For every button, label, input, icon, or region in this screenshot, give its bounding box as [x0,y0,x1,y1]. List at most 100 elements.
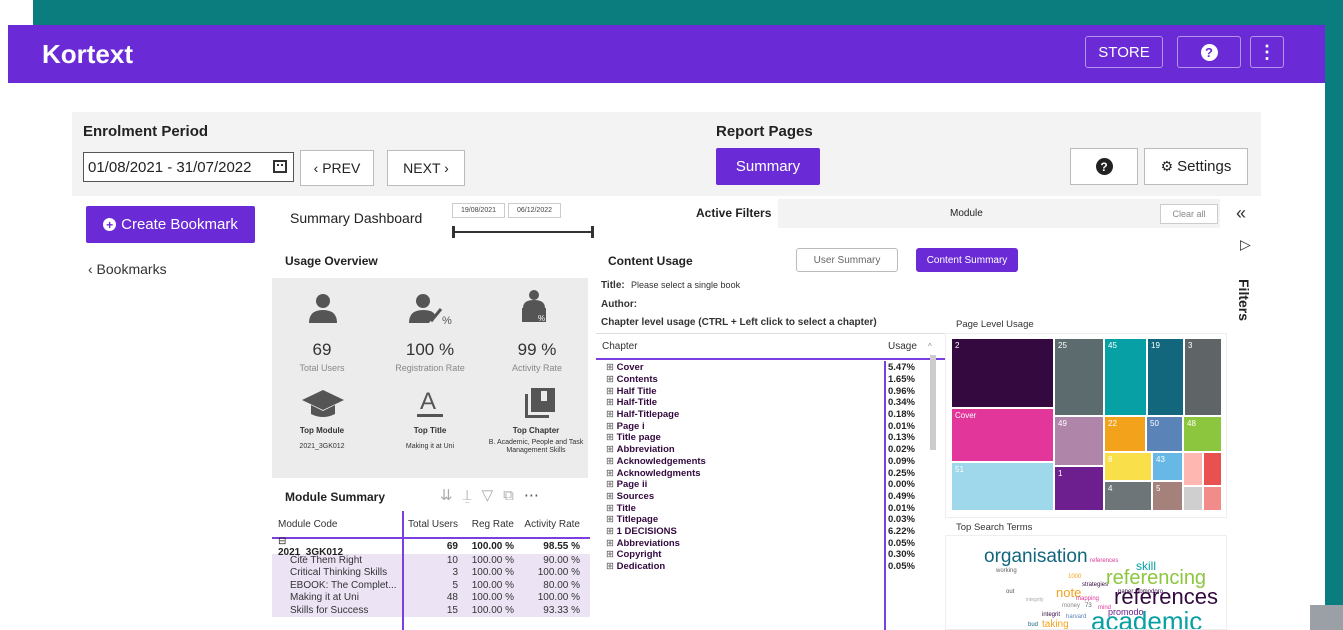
col-reg-rate[interactable]: Reg Rate [458,519,514,530]
treemap-cell[interactable]: 2 [951,338,1054,408]
expand-icon[interactable]: ⊞ [606,503,617,514]
expand-icon[interactable]: ⊞ [606,362,617,373]
module-row[interactable]: EBOOK: The Complet... 5 100.00 % 80.00 % [272,579,590,592]
create-bookmark-button[interactable]: + Create Bookmark [86,206,255,243]
chapter-row[interactable]: ⊞ Half-Titlepage 0.18% [596,409,946,421]
col-total-users[interactable]: Total Users [400,519,458,530]
expand-icon[interactable]: ⊞ [606,526,617,537]
search-term[interactable]: money [1062,603,1080,609]
chapter-row[interactable]: ⊞ Page ii 0.00% [596,479,946,491]
hierarchy-icon[interactable]: ⍊ [463,487,482,504]
treemap-cell[interactable]: 49 [1054,416,1104,466]
collapse-icon[interactable]: ⊟ [278,536,400,547]
col-usage[interactable]: Usage [888,341,928,352]
bookmarks-link[interactable]: ‹ Bookmarks [88,261,167,277]
treemap-cell[interactable]: 5 [1152,481,1183,511]
expand-icon[interactable]: ⊞ [606,491,617,502]
chapter-row[interactable]: ⊞ Copyright 0.30% [596,549,946,561]
treemap-cell[interactable]: 3 [1184,338,1222,416]
treemap-cell[interactable] [1203,486,1222,511]
clear-all-button[interactable]: Clear all [1160,204,1218,224]
chapter-row[interactable]: ⊞ Title page 0.13% [596,432,946,444]
treemap-cell[interactable]: 50 [1146,416,1183,452]
search-term[interactable]: 1000 [1068,574,1081,580]
search-term[interactable]: references [1090,558,1118,564]
user-summary-tab[interactable]: User Summary [796,248,898,272]
chapter-row[interactable]: ⊞ Sources 0.49% [596,491,946,503]
expand-icon[interactable]: ⊞ [606,456,617,467]
chapter-row[interactable]: ⊞ Acknowledgments 0.25% [596,467,946,479]
search-term[interactable]: working [996,568,1017,574]
treemap-cell[interactable]: 1 [1054,466,1104,511]
treemap-cell[interactable]: 8 [1104,452,1152,481]
expand-icon[interactable]: ⊞ [606,397,617,408]
calendar-icon[interactable] [273,160,287,173]
search-term[interactable]: bud [1028,622,1038,628]
treemap-cell[interactable]: 19 [1147,338,1184,416]
slider-end-date[interactable]: 06/12/2022 [508,203,561,218]
summary-page-button[interactable]: Summary [716,148,820,185]
kortext-logo[interactable]: Kortext [42,39,133,70]
expand-icon[interactable]: ⊞ [606,479,617,490]
chapter-row[interactable]: ⊞ Cover 5.47% [596,362,946,374]
treemap-cell[interactable]: 51 [951,462,1054,511]
chapter-row[interactable]: ⊞ Page i 0.01% [596,420,946,432]
filter-icon[interactable]: ▽ [482,487,504,504]
filters-pane-collapsed[interactable]: « ▽ Filters [1230,197,1258,630]
search-term[interactable]: academic [1091,608,1202,629]
treemap-cell[interactable]: 25 [1054,338,1104,416]
chapter-row[interactable]: ⊞ Contents 1.65% [596,374,946,386]
expand-icon[interactable]: ⊞ [606,514,617,525]
expand-icon[interactable]: ⊞ [606,561,617,572]
expand-icon[interactable]: ⊞ [606,374,617,385]
expand-icon[interactable]: ⊞ [606,549,617,560]
enrolment-date-input[interactable]: 01/08/2021 - 31/07/2022 [83,152,294,182]
prev-button[interactable]: ‹ PREV [300,150,374,186]
content-summary-tab[interactable]: Content Summary [916,248,1018,272]
expand-icon[interactable]: ⊞ [606,432,617,443]
treemap-cell[interactable]: 4 [1104,481,1152,511]
chapter-scrollbar[interactable] [930,355,936,450]
search-term[interactable]: mapping [1076,596,1099,602]
module-row[interactable]: Making it at Uni 48 100.00 % 100.00 % [272,591,590,604]
module-row[interactable]: Critical Thinking Skills 3 100.00 % 100.00 … [272,566,590,579]
slider-handle-end[interactable] [591,226,594,238]
date-slider-track[interactable] [454,231,594,233]
chapter-row[interactable]: ⊞ Half Title 0.96% [596,385,946,397]
chapter-row[interactable]: ⊞ Dedication 0.05% [596,561,946,573]
col-chapter[interactable]: Chapter [596,341,888,352]
expand-icon[interactable]: ⊞ [606,386,617,397]
chapter-row[interactable]: ⊞ Abbreviation 0.02% [596,444,946,456]
treemap-cell[interactable]: 43 [1152,452,1183,481]
scroll-up-icon[interactable]: ^ [928,342,932,351]
sort-down-icon[interactable]: ⇊ [440,487,463,504]
chapter-row[interactable]: ⊞ 1 DECISIONS 6.22% [596,526,946,538]
treemap-cell[interactable] [1183,486,1203,511]
focus-mode-icon[interactable]: ⧉ [503,487,524,504]
expand-icon[interactable]: ⊞ [606,468,617,479]
store-button[interactable]: STORE [1085,36,1163,68]
search-term[interactable]: organisation [984,547,1088,566]
chapter-row[interactable]: ⊞ Titlepage 0.03% [596,514,946,526]
search-term[interactable]: out [1006,589,1014,595]
chapter-row[interactable]: ⊞ Acknowledgements 0.09% [596,456,946,468]
treemap-cell[interactable]: 22 [1104,416,1146,452]
col-activity-rate[interactable]: Activity Rate [514,519,580,530]
expand-icon[interactable]: ⊞ [606,444,617,455]
treemap-cell[interactable]: Cover [951,408,1054,462]
module-row[interactable]: Skills for Success 15 100.00 % 93.33 % [272,604,590,617]
more-menu-button[interactable]: ⋮ [1250,36,1284,68]
search-term[interactable]: harvard [1066,614,1086,620]
expand-icon[interactable]: ⊞ [606,421,617,432]
more-options-icon[interactable]: ⋯ [524,487,549,504]
help-button[interactable]: ? [1177,36,1241,68]
search-term[interactable]: taking [1042,620,1069,630]
chapter-row[interactable]: ⊞ Half-Title 0.34% [596,397,946,409]
search-term[interactable]: integrit [1042,612,1060,618]
slider-start-date[interactable]: 19/08/2021 [452,203,505,218]
expand-icon[interactable]: ⊞ [606,538,617,549]
chapter-row[interactable]: ⊞ Abbreviations 0.05% [596,537,946,549]
module-group-row[interactable]: ⊟ 2021_3GK012 69 100.00 % 98.55 % [272,536,590,558]
slider-handle-start[interactable] [452,226,455,238]
treemap-cell[interactable]: 48 [1183,416,1222,452]
